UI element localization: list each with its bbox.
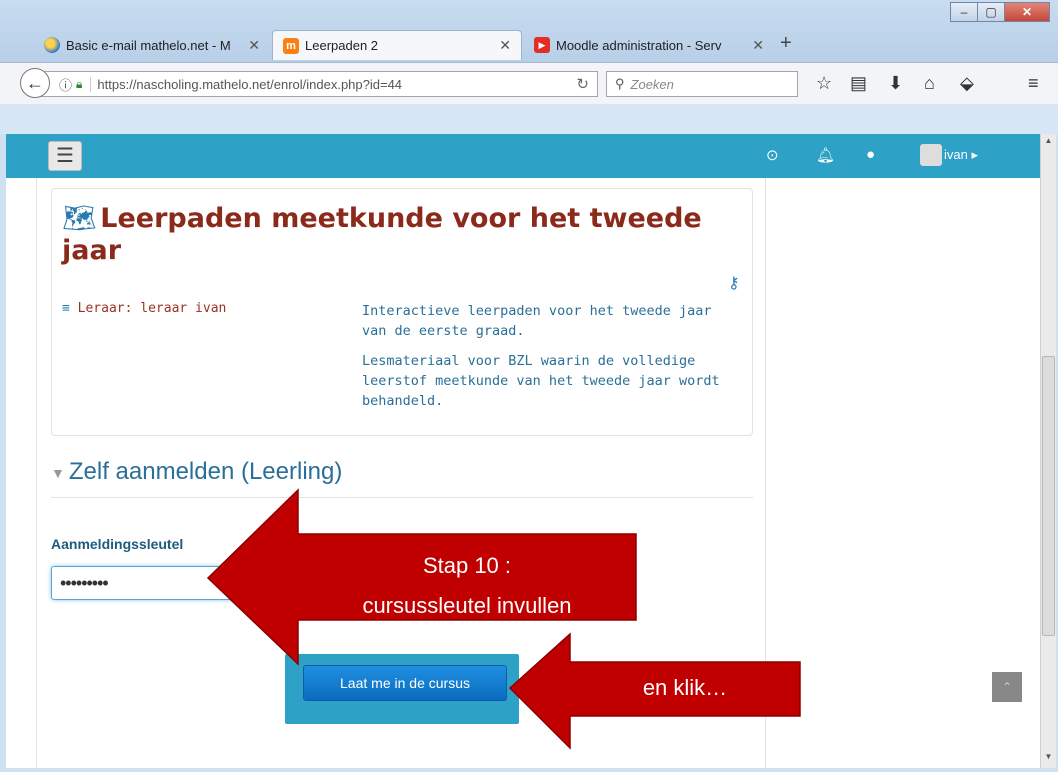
toolbar-spacer: [0, 104, 1058, 134]
self-enrol-section-heading[interactable]: ▼ Zelf aanmelden (Leerling): [51, 458, 753, 498]
close-icon[interactable]: ✕: [752, 37, 764, 54]
step-10-line2: cursussleutel invullen: [362, 593, 572, 618]
info-icon[interactable]: ⓘ: [59, 75, 72, 94]
moodle-icon: m: [283, 37, 299, 54]
enrolment-key-label: Aanmeldingssleutel: [51, 536, 184, 552]
reading-list-icon[interactable]: ▤: [850, 73, 867, 94]
web-page: ☰ ⊙ 🔔︎ ● ivan ▸ 🗺︎ Leerpaden meetkunde vo…: [6, 134, 1042, 768]
maximize-button[interactable]: ▢: [977, 2, 1005, 22]
window-controls: – ▢ ✕: [950, 2, 1050, 22]
url-bar[interactable]: ⓘ 🔒︎ https://nascholing.mathelo.net/enro…: [32, 71, 598, 97]
course-info-box: 🗺︎ Leerpaden meetkunde voor het tweede ja…: [51, 188, 753, 436]
browser-titlebar: Basic e-mail mathelo.net - M ✕ m Leerpad…: [0, 0, 1058, 62]
back-to-top-button[interactable]: ⌃: [992, 672, 1022, 702]
search-placeholder: Zoeken: [630, 76, 674, 92]
messages-icon[interactable]: ●: [866, 146, 875, 163]
bookmark-star-icon[interactable]: ☆: [816, 73, 832, 94]
scroll-down-arrow[interactable]: ▼: [1042, 752, 1055, 766]
step-10-line1: Stap 10 :: [422, 553, 512, 578]
close-icon[interactable]: ✕: [499, 37, 511, 54]
tab-moodle-admin[interactable]: ▶ Moodle administration - Serv ✕: [524, 30, 774, 60]
close-icon[interactable]: ✕: [248, 37, 260, 54]
tab-leerpaden[interactable]: m Leerpaden 2 ✕: [272, 30, 522, 60]
list-icon: ≡: [62, 301, 70, 316]
search-icon: ⚲: [615, 76, 625, 91]
lock-icon: 🔒︎: [76, 76, 83, 91]
globe-icon: [44, 37, 60, 53]
summary-paragraph: Lesmateriaal voor BZL waarin de volledig…: [362, 353, 720, 409]
moodle-header: ☰ ⊙ 🔔︎ ● ivan ▸: [6, 134, 1042, 178]
course-title[interactable]: 🗺︎ Leerpaden meetkunde voor het tweede ja…: [62, 203, 752, 267]
enrol-submit-button[interactable]: Laat me in de cursus: [303, 665, 507, 701]
back-button[interactable]: ←: [20, 68, 50, 98]
teacher-info[interactable]: ≡ Leraar: leraar ivan: [62, 301, 226, 316]
tab-label: Leerpaden 2: [305, 38, 379, 53]
tab-basic-email[interactable]: Basic e-mail mathelo.net - M ✕: [34, 30, 270, 60]
map-icon: 🗺︎: [62, 203, 97, 234]
tab-label: Moodle administration - Serv: [556, 37, 722, 53]
pocket-icon[interactable]: ⬙: [960, 73, 974, 94]
click-label: en klik…: [642, 675, 728, 700]
vertical-scrollbar[interactable]: ▲ ▼: [1040, 134, 1056, 768]
course-summary: Interactieve leerpaden voor het tweede j…: [362, 301, 732, 421]
menu-icon[interactable]: ≡: [1028, 73, 1039, 94]
notification-bell-icon[interactable]: 🔔︎: [816, 146, 835, 164]
enrolment-key-input[interactable]: •••••••••: [51, 566, 251, 600]
nav-drawer-button[interactable]: ☰: [48, 141, 82, 171]
close-window-button[interactable]: ✕: [1004, 2, 1050, 22]
add-block-icon[interactable]: ⊙: [766, 146, 779, 164]
new-tab-button[interactable]: +: [780, 32, 792, 55]
scroll-thumb[interactable]: [1042, 356, 1055, 636]
key-icon: ⚷: [728, 275, 740, 292]
tab-label: Basic e-mail mathelo.net - M: [66, 37, 231, 53]
search-input[interactable]: ⚲ Zoeken: [606, 71, 798, 97]
youtube-icon: ▶: [534, 37, 550, 53]
url-text: https://nascholing.mathelo.net/enrol/ind…: [90, 76, 402, 92]
minimize-button[interactable]: –: [950, 2, 978, 22]
reload-icon[interactable]: ↻: [576, 75, 589, 93]
avatar[interactable]: [920, 144, 942, 166]
summary-paragraph: Interactieve leerpaden voor het tweede j…: [362, 303, 712, 339]
scroll-up-arrow[interactable]: ▲: [1042, 136, 1055, 150]
navigation-toolbar: ⓘ 🔒︎ https://nascholing.mathelo.net/enro…: [0, 62, 1058, 104]
submit-highlight: Laat me in de cursus: [285, 654, 519, 724]
collapse-triangle-icon[interactable]: ▼: [51, 465, 65, 481]
home-icon[interactable]: ⌂: [924, 73, 935, 94]
user-menu[interactable]: ivan ▸: [944, 147, 978, 163]
download-icon[interactable]: ⬇: [888, 73, 903, 94]
